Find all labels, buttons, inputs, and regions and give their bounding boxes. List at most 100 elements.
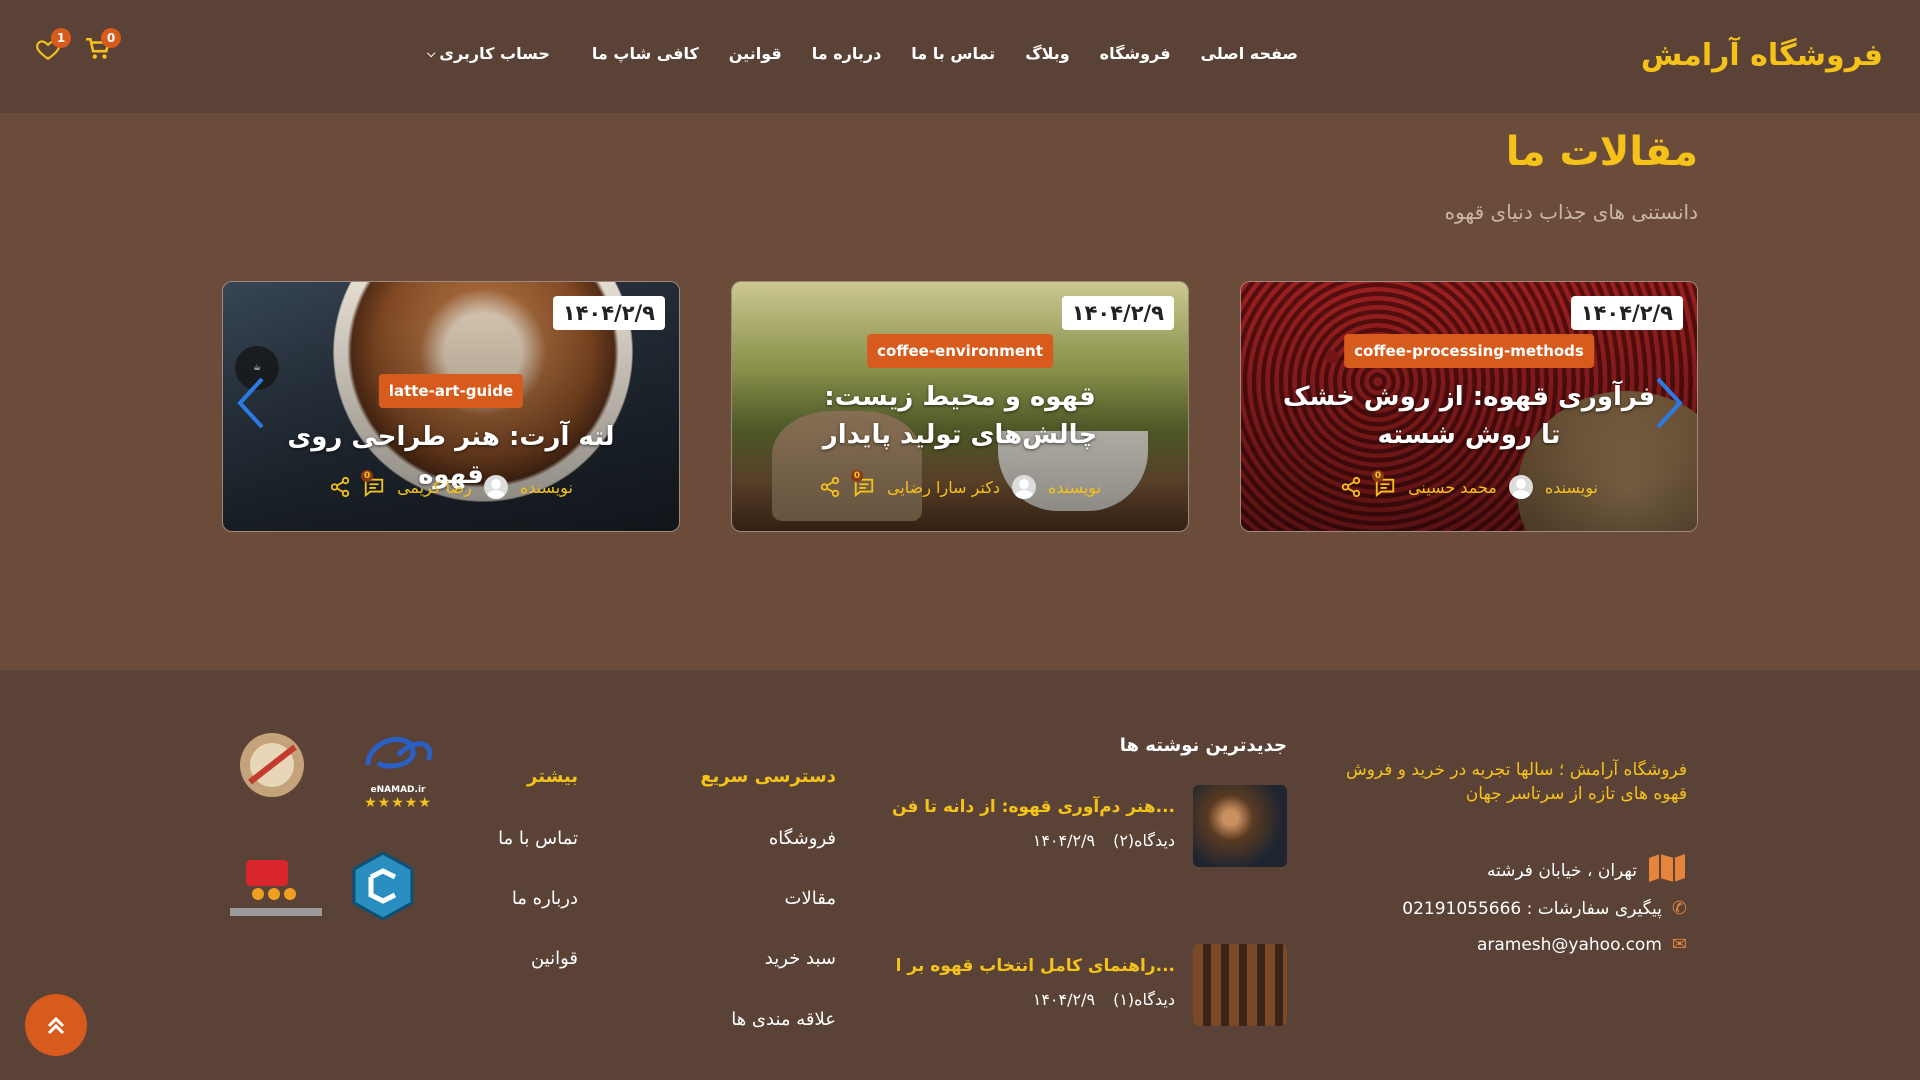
author-name[interactable]: دکتر سارا رضایی [887,478,1000,497]
post-meta: دیدگاه(۱) ۱۴۰۴/۲/۹ [1033,990,1175,1009]
nav-contact[interactable]: تماس با ما [911,44,995,63]
nav-home[interactable]: صفحه اصلی [1201,44,1298,63]
site-logo[interactable]: فروشگاه آرامش [1641,38,1883,73]
latest-posts-title: جدیدترین نوشته ها [1119,735,1287,756]
quick-access-title: دسترسی سریع [700,766,836,787]
latest-post-item[interactable]: راهنمای کامل انتخاب قهوه بر ا... دیدگاه(… [896,944,1287,1028]
article-meta: نویسنده محمد حسینی 0 [1241,470,1697,499]
latest-post-item[interactable]: هنر دم‌آوری قهوه: از دانه تا فن... دیدگا… [892,785,1287,869]
footer-about: فروشگاه آرامش ؛ سالها تجربه در خرید و فر… [1345,760,1687,804]
nav-coffee-shop[interactable]: کافی شاپ ما [592,44,699,63]
author-name[interactable]: محمد حسینی [1408,478,1497,497]
carousel-next-arrow[interactable] [1652,373,1686,433]
post-date: ۱۴۰۴/۲/۹ [1032,831,1096,850]
more-link-rules[interactable]: قوانین [531,948,578,969]
articles-subtitle: دانستنی های جذاب دنیای قهوه [1444,200,1698,224]
chevron-right-icon [1656,377,1683,429]
article-meta: نویسنده دکتر سارا رضایی 0 [732,470,1188,499]
carousel-prev-arrow[interactable] [234,373,268,433]
main-nav: صفحه اصلی فروشگاه وبلاگ تماس با ما دربار… [427,44,1298,63]
digital-trust-badge[interactable] [347,846,419,934]
author-label: نویسنده [519,477,573,497]
header-actions: 1 0 [35,28,135,76]
article-card[interactable]: ۱۴۰۴/۲/۹ coffee-environment قهوه و محیط … [731,281,1189,532]
double-chevron-up-icon [47,1016,65,1035]
more-link-contact[interactable]: تماس با ما [498,828,578,849]
article-title[interactable]: قهوه و محیط زیست: چالش‌های تولید پایدار [762,378,1158,454]
article-title[interactable]: فرآوری قهوه: از روش خشک تا روش شسته [1271,378,1667,454]
quick-link-wishlist[interactable]: علاقه مندی ها [731,1009,836,1030]
enamad-logo-icon [365,736,433,769]
comment-count: 0 [1372,470,1385,482]
comment-icon[interactable]: 0 [1372,470,1396,498]
author-label: نویسنده [1047,477,1102,497]
nav-about[interactable]: درباره ما [812,44,882,63]
quick-link-shop[interactable]: فروشگاه [769,828,836,849]
post-title[interactable]: راهنمای کامل انتخاب قهوه بر ا... [896,956,1175,976]
article-date: ۱۴۰۴/۲/۹ [1570,296,1683,330]
more-link-about[interactable]: درباره ما [512,888,578,909]
comment-icon[interactable]: 0 [361,470,385,498]
cart-button[interactable]: 0 [85,28,121,66]
samandehi-seal-icon [240,733,304,797]
share-icon[interactable] [329,476,351,498]
envelope-icon: ✉ [1671,934,1687,955]
quick-link-cart[interactable]: سبد خرید [765,948,836,969]
wishlist-count-badge: 1 [51,28,71,48]
enamad-stars-icon: ★★★★★ [364,795,432,811]
nav-shop[interactable]: فروشگاه [1100,44,1171,63]
nav-account-dropdown[interactable]: حساب کاربری ⌵ [427,44,550,63]
article-tag[interactable]: latte-art-guide [378,374,524,408]
nav-blog[interactable]: وبلاگ [1025,44,1069,63]
comment-icon[interactable]: 0 [850,470,875,498]
nav-rules[interactable]: قوانین [729,44,782,63]
wishlist-button[interactable]: 1 [35,28,71,66]
account-label: حساب کاربری [439,44,550,63]
post-date: ۱۴۰۴/۲/۹ [1032,990,1096,1009]
samandehi-badge[interactable] [232,722,312,812]
address-text: تهران ، خیابان فرشته [1486,860,1637,881]
enamad-label: eNAMAD.ir [370,785,426,795]
cart-count-badge: 0 [101,28,121,48]
share-icon[interactable] [1340,476,1362,498]
comment-count: 0 [361,470,374,482]
articles-title: مقالات ما [1505,129,1698,175]
author-name[interactable]: رضا کریمی [397,478,472,497]
hexagon-logo-icon [352,851,414,921]
chevron-left-icon [237,377,264,429]
post-views: دیدگاه(۱) [1113,990,1175,1009]
post-thumbnail [1193,785,1287,867]
chevron-down-icon: ⌵ [426,46,436,60]
articles-section: مقالات ما دانستنی های جذاب دنیای قهوه ۱۴… [0,113,1920,670]
footer-address: تهران ، خیابان فرشته [1487,852,1687,889]
comment-count: 0 [850,470,863,482]
quick-link-articles[interactable]: مقالات [785,888,836,909]
site-header: فروشگاه آرامش صفحه اصلی فروشگاه وبلاگ تم… [0,0,1920,113]
post-views: دیدگاه(۲) [1113,831,1175,850]
post-title[interactable]: هنر دم‌آوری قهوه: از دانه تا فن... [892,797,1175,817]
article-tag[interactable]: coffee-environment [867,334,1053,368]
post-thumbnail [1193,944,1287,1026]
phone-icon: ✆ [1671,898,1687,919]
article-tag[interactable]: coffee-processing-methods [1344,334,1594,368]
union-logo-icon [230,860,322,916]
article-card[interactable]: ۱۴۰۴/۲/۹ coffee-processing-methods فرآور… [1240,281,1698,532]
phone-text[interactable]: پیگیری سفارشات : 02191055666 [1402,899,1662,919]
more-links-title: بیشتر [527,766,578,787]
article-card[interactable]: ☕ ۱۴۰۴/۲/۹ latte-art-guide لته آرت: هنر … [222,281,680,532]
author-avatar-icon [483,475,508,499]
union-badge[interactable] [224,848,328,928]
share-icon[interactable] [819,476,841,498]
email-text[interactable]: aramesh@yahoo.com [1477,935,1662,955]
map-icon [1647,852,1687,889]
author-avatar-icon [1508,475,1533,499]
footer-email: ✉ aramesh@yahoo.com [1477,934,1687,955]
post-meta: دیدگاه(۲) ۱۴۰۴/۲/۹ [1033,831,1175,850]
author-avatar-icon [1011,475,1036,499]
article-date: ۱۴۰۴/۲/۹ [1061,296,1174,330]
article-date: ۱۴۰۴/۲/۹ [552,296,665,330]
site-footer: فروشگاه آرامش ؛ سالها تجربه در خرید و فر… [0,670,1920,1080]
enamad-badge[interactable]: eNAMAD.ir ★★★★★ [354,722,442,814]
scroll-top-button[interactable] [25,994,87,1056]
article-meta: نویسنده رضا کریمی 0 [223,470,679,499]
